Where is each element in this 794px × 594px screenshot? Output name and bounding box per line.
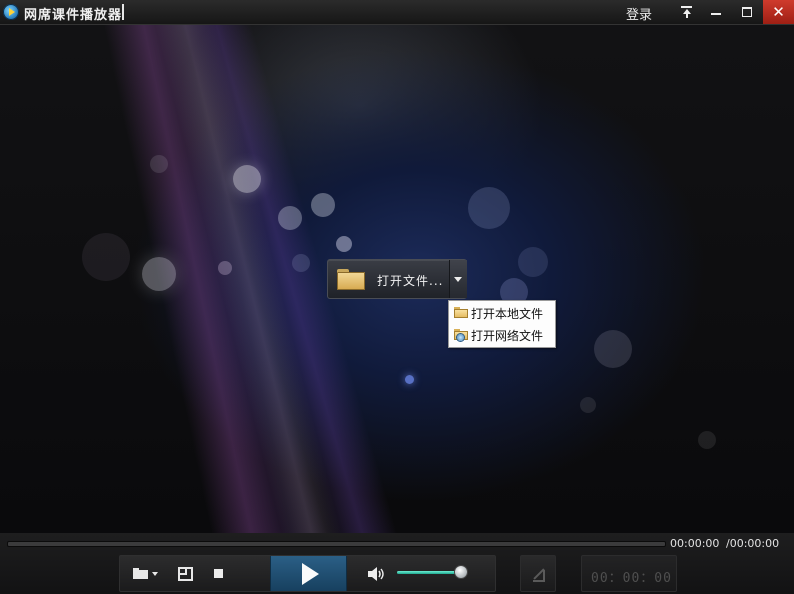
volume-slider[interactable]	[397, 566, 471, 580]
open-file-label: 打开文件...	[377, 274, 444, 288]
menu-item-open-local-file[interactable]: 打开本地文件	[451, 302, 553, 323]
volume-fill	[397, 571, 461, 574]
pin-on-top-button[interactable]	[671, 0, 701, 24]
maximize-icon	[742, 7, 752, 17]
clock-display: 00：00：00	[581, 555, 677, 592]
pin-top-icon	[680, 6, 692, 18]
stop-icon	[213, 569, 223, 578]
folder-icon	[337, 269, 365, 290]
progress-bar[interactable]	[7, 541, 666, 547]
playback-controls	[119, 555, 496, 592]
menu-item-open-network-file[interactable]: 打开网络文件	[451, 324, 553, 345]
decorative-bokeh	[311, 193, 335, 217]
speaker-icon	[368, 566, 384, 581]
open-file-button[interactable]: 打开文件...	[327, 259, 467, 299]
title-separator	[122, 4, 124, 20]
clock-text: 00：00：00	[591, 571, 672, 586]
decorative-bokeh	[518, 247, 548, 277]
title-bar: 网席课件播放器 登录 ✕	[0, 0, 794, 25]
mini-mode-icon	[177, 566, 193, 581]
decorative-bokeh	[150, 155, 168, 173]
chevron-down-icon	[151, 571, 158, 576]
login-link[interactable]: 登录	[626, 4, 652, 23]
tool-icon	[531, 567, 545, 582]
decorative-bokeh	[468, 187, 510, 229]
app-title: 网席课件播放器	[24, 8, 123, 23]
volume-button[interactable]	[364, 556, 388, 591]
mini-mode-button[interactable]	[172, 556, 198, 591]
play-button[interactable]	[270, 556, 347, 591]
decorative-bokeh	[142, 257, 176, 291]
close-icon: ✕	[772, 2, 785, 21]
decorative-bokeh	[278, 206, 302, 230]
total-time: /00:00:00	[726, 537, 780, 550]
decorative-bokeh	[233, 165, 261, 193]
menu-item-label: 打开网络文件	[471, 329, 544, 343]
decorative-bokeh	[82, 233, 130, 281]
current-time: 00:00:00	[670, 537, 720, 550]
open-file-dropdown-toggle[interactable]	[449, 260, 467, 298]
play-icon	[302, 562, 319, 585]
decorative-bokeh	[580, 397, 596, 413]
tool-button[interactable]	[520, 555, 556, 592]
stop-button[interactable]	[206, 556, 230, 591]
app-logo-icon	[3, 4, 19, 20]
decorative-bokeh	[292, 254, 310, 272]
network-folder-icon	[454, 329, 468, 341]
volume-knob[interactable]	[455, 566, 467, 578]
maximize-button[interactable]	[732, 0, 762, 24]
decorative-bokeh	[594, 330, 632, 368]
minimize-icon	[711, 13, 721, 15]
open-file-menu: 打开本地文件 打开网络文件	[448, 300, 556, 348]
decorative-bokeh	[218, 261, 232, 275]
folder-icon	[132, 568, 148, 579]
open-menu-button[interactable]	[128, 556, 162, 591]
decorative-bokeh	[405, 375, 414, 384]
folder-icon	[454, 307, 468, 318]
video-display-area[interactable]: 打开文件... 打开本地文件 打开网络文件	[0, 25, 794, 533]
minimize-button[interactable]	[701, 0, 731, 24]
open-file-main[interactable]: 打开文件...	[328, 260, 448, 298]
decorative-bokeh	[336, 236, 352, 252]
control-bar: 00:00:00 /00:00:00 00：00：00	[0, 533, 794, 594]
decorative-bokeh	[698, 431, 716, 449]
menu-item-label: 打开本地文件	[471, 307, 544, 321]
close-button[interactable]: ✕	[763, 0, 794, 24]
